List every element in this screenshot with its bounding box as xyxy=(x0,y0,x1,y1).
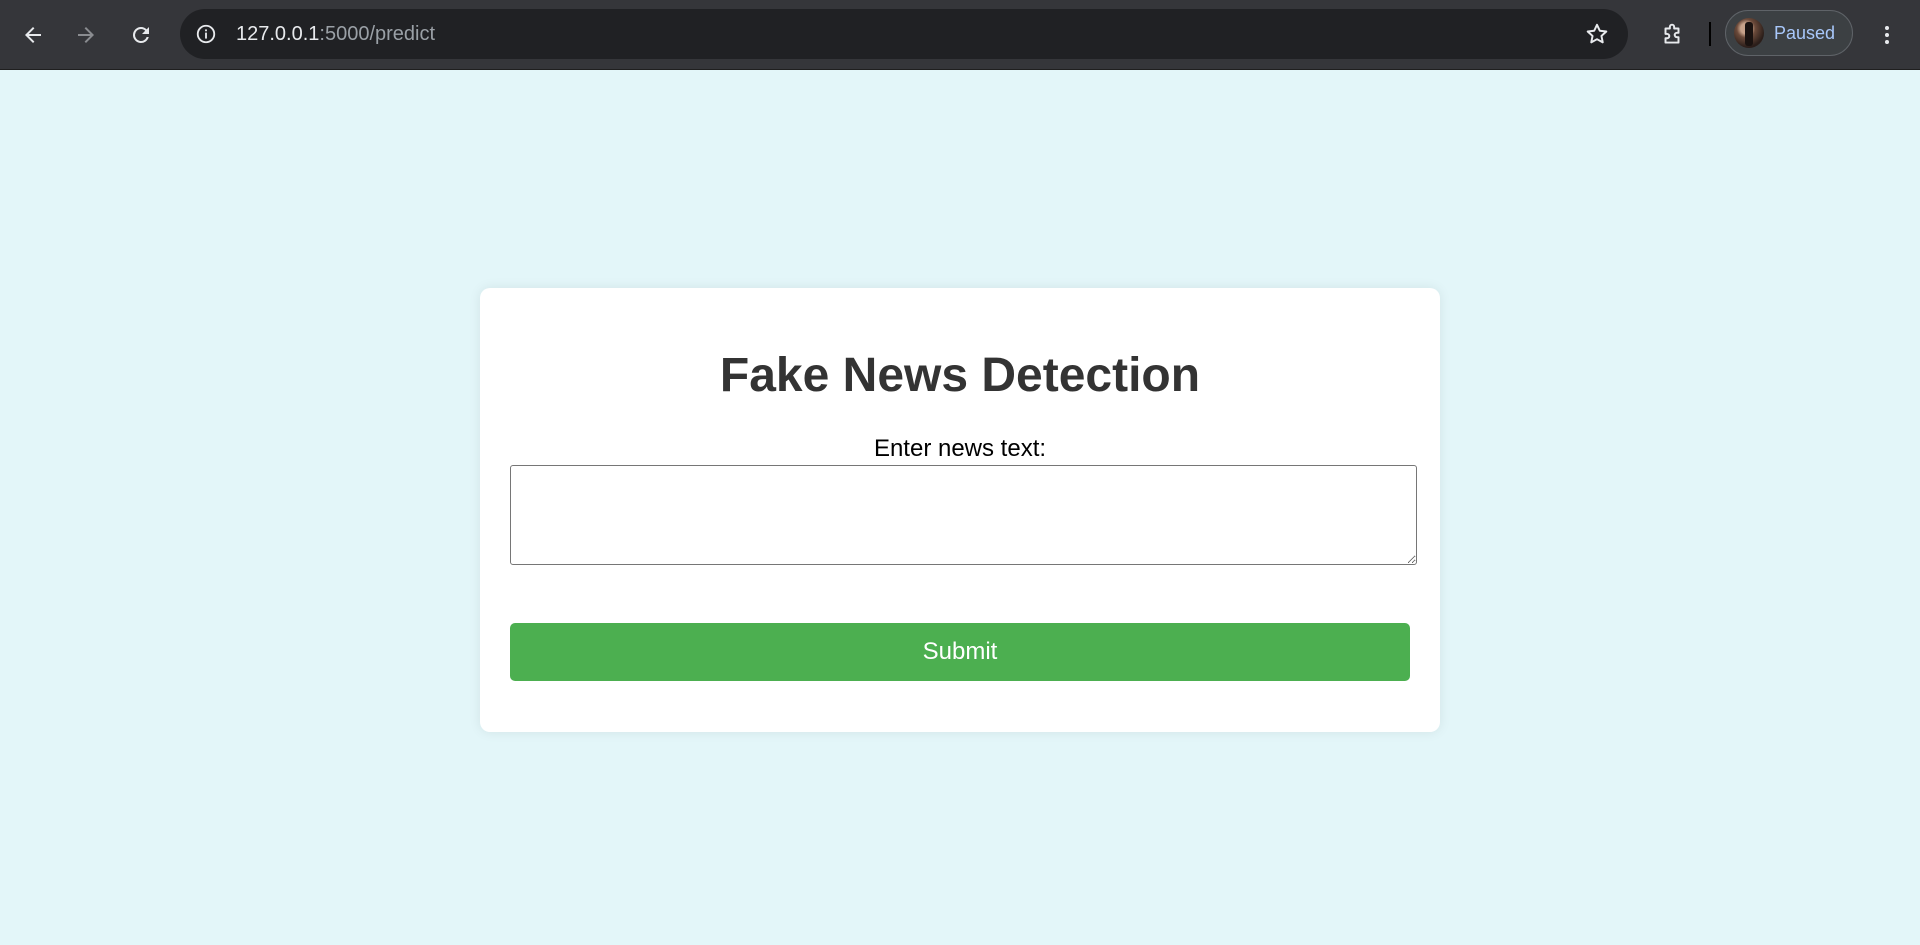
toolbar-divider xyxy=(1709,22,1711,46)
kebab-menu-icon xyxy=(1885,26,1889,44)
forward-button[interactable] xyxy=(66,15,106,55)
profile-status: Paused xyxy=(1774,22,1836,43)
url-path: :5000/predict xyxy=(319,23,436,45)
profile-button[interactable]: Paused xyxy=(1725,10,1853,56)
puzzle-icon xyxy=(1664,23,1680,44)
arrow-left-icon xyxy=(25,27,41,43)
bookmark-button[interactable] xyxy=(1584,21,1610,47)
url-host: 127.0.0.1 xyxy=(236,23,320,45)
reload-button[interactable] xyxy=(121,15,161,55)
url-text[interactable]: 127.0.0.1:5000/predict xyxy=(236,9,435,59)
arrow-right-icon xyxy=(78,27,94,43)
page-title: Fake News Detection xyxy=(719,349,1201,402)
extensions-button[interactable] xyxy=(1652,15,1692,55)
reload-icon xyxy=(133,27,149,43)
form-card: Fake News Detection Enter news text: Sub… xyxy=(480,288,1440,732)
news-text-input[interactable] xyxy=(510,465,1417,565)
back-button[interactable] xyxy=(13,15,53,55)
browser-menu-button[interactable] xyxy=(1869,15,1905,55)
avatar xyxy=(1734,18,1764,48)
star-icon xyxy=(1586,23,1608,44)
browser-window: 127.0.0.1:5000/predict Paused Fake News … xyxy=(0,0,1920,945)
site-info-button[interactable] xyxy=(193,21,219,47)
info-icon xyxy=(196,24,216,44)
browser-toolbar: 127.0.0.1:5000/predict Paused xyxy=(0,0,1920,70)
submit-button[interactable]: Submit xyxy=(510,623,1410,681)
address-bar[interactable]: 127.0.0.1:5000/predict xyxy=(180,9,1628,59)
page-content: Fake News Detection Enter news text: Sub… xyxy=(0,70,1920,945)
news-text-label: Enter news text: xyxy=(873,435,1047,462)
